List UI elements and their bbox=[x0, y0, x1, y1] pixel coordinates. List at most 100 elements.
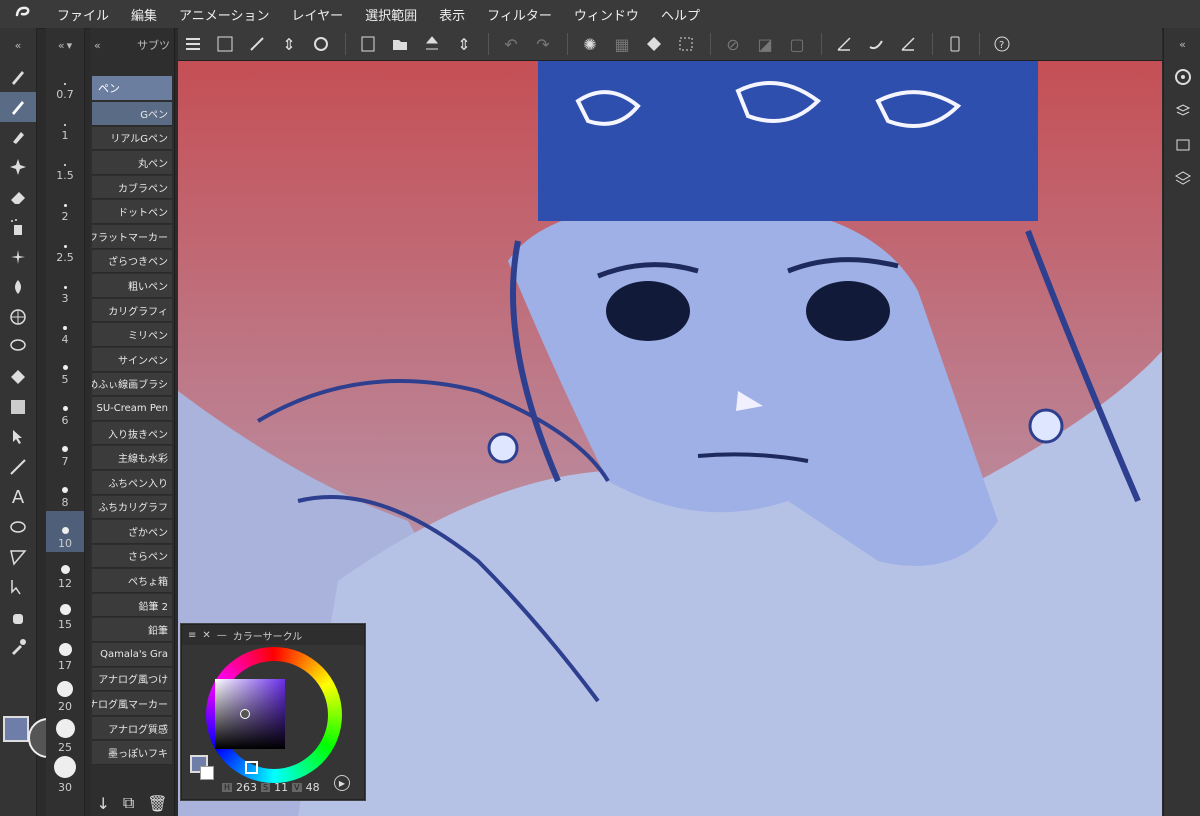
layer-icon[interactable] bbox=[1164, 162, 1200, 196]
brush-item[interactable]: ミリペン bbox=[92, 323, 172, 347]
brush-item[interactable]: サインペン bbox=[92, 347, 172, 372]
crop-icon[interactable]: ▦ bbox=[607, 30, 637, 58]
help-icon[interactable]: ? bbox=[987, 30, 1017, 58]
brush-size-item[interactable]: 20 bbox=[46, 674, 84, 715]
sub-tool-group-tab[interactable]: ペン bbox=[92, 76, 172, 100]
brush-size-item[interactable]: 1.5 bbox=[46, 144, 84, 185]
brush-size-item[interactable]: 25 bbox=[46, 715, 84, 756]
brush-item[interactable]: カリグラフィ bbox=[92, 298, 172, 323]
brush-item[interactable]: カブラペン bbox=[92, 175, 172, 200]
ellipse-icon[interactable] bbox=[0, 512, 36, 542]
redo-icon[interactable]: ↷ bbox=[528, 30, 558, 58]
line-icon[interactable] bbox=[0, 452, 36, 482]
hue-cursor[interactable] bbox=[245, 761, 258, 774]
brush-item[interactable]: アナログ質感 bbox=[92, 716, 172, 741]
navigator-icon[interactable] bbox=[1164, 60, 1200, 94]
brush-item[interactable]: 入り抜きペン bbox=[92, 421, 172, 446]
undo-icon[interactable]: ↶ bbox=[496, 30, 526, 58]
transform-icon[interactable] bbox=[242, 30, 272, 58]
menu-filter[interactable]: フィルター bbox=[476, 5, 563, 24]
export-icon[interactable] bbox=[417, 30, 447, 58]
brush-size-item[interactable]: 5 bbox=[46, 348, 84, 389]
saturation-value-square[interactable] bbox=[215, 679, 285, 749]
chevron-updown-icon-2[interactable]: ⇕ bbox=[449, 30, 479, 58]
ruler-icon[interactable] bbox=[829, 30, 859, 58]
brush-item[interactable]: 主線も水彩 bbox=[92, 446, 172, 470]
menu-file[interactable]: ファイル bbox=[46, 5, 120, 24]
eyedropper-icon[interactable] bbox=[0, 632, 36, 662]
download-icon[interactable]: ↓ bbox=[96, 794, 109, 813]
open-file-icon[interactable] bbox=[385, 30, 415, 58]
menu-layer[interactable]: レイヤー bbox=[281, 5, 355, 24]
lasso-icon[interactable] bbox=[0, 332, 36, 362]
brush-item[interactable]: 鉛筆 2 bbox=[92, 593, 172, 618]
brush-item[interactable]: ふちペン入り bbox=[92, 470, 172, 495]
brush-size-item[interactable]: 4 bbox=[46, 307, 84, 348]
fit-screen-icon[interactable] bbox=[210, 30, 240, 58]
polyline-icon[interactable] bbox=[0, 542, 36, 572]
brush-size-item[interactable]: 2.5 bbox=[46, 225, 84, 266]
size-collapse-icon[interactable]: « bbox=[58, 39, 65, 52]
menu-animation[interactable]: アニメーション bbox=[168, 5, 280, 24]
brush-item[interactable]: 丸ペン bbox=[92, 151, 172, 175]
collapse-icon[interactable]: « bbox=[15, 39, 22, 52]
brush-size-item[interactable]: 17 bbox=[46, 633, 84, 674]
app-logo-icon[interactable] bbox=[0, 3, 46, 25]
decoration-icon[interactable] bbox=[0, 242, 36, 272]
brush-size-item[interactable]: 1 bbox=[46, 103, 84, 144]
deselect-icon[interactable]: ▢ bbox=[782, 30, 812, 58]
brush-size-item[interactable]: 8 bbox=[46, 470, 84, 511]
gradient-icon[interactable] bbox=[0, 392, 36, 422]
brush-item[interactable]: 墨っぽいフキ bbox=[92, 741, 172, 766]
trash-icon[interactable]: 🗑 bbox=[147, 794, 167, 813]
select-area-icon[interactable] bbox=[671, 30, 701, 58]
brush-item[interactable]: さらペン bbox=[92, 544, 172, 569]
hand-icon[interactable] bbox=[0, 602, 36, 632]
perspective-icon[interactable] bbox=[0, 302, 36, 332]
brush-item[interactable]: 鉛筆 bbox=[92, 618, 172, 643]
blend-icon[interactable] bbox=[0, 272, 36, 302]
right-collapse-icon[interactable]: « bbox=[1164, 28, 1200, 60]
brush-item[interactable]: ざらつきペン bbox=[92, 249, 172, 274]
brush-item[interactable]: フラットマーカー bbox=[92, 224, 172, 249]
brush-item[interactable]: ドットペン bbox=[92, 200, 172, 224]
hamburger-menu-icon[interactable] bbox=[178, 30, 208, 58]
brush-size-item[interactable]: 0.7 bbox=[46, 62, 84, 103]
airbrush-icon[interactable] bbox=[0, 212, 36, 242]
brush-item[interactable]: ざかペン bbox=[92, 520, 172, 544]
text-icon[interactable]: A bbox=[0, 482, 36, 512]
invert-selection-icon[interactable]: ◪ bbox=[750, 30, 780, 58]
brush-item[interactable]: アナログ風マーカー bbox=[92, 692, 172, 716]
brush-item[interactable]: ぺちょ箱 bbox=[92, 569, 172, 593]
close-icon[interactable]: ✕ bbox=[202, 630, 210, 641]
subview-icon[interactable] bbox=[1164, 128, 1200, 162]
brush-item[interactable]: 粗いペン bbox=[92, 274, 172, 298]
sv-cursor[interactable] bbox=[240, 709, 250, 719]
play-icon[interactable]: ▶ bbox=[334, 775, 350, 791]
eraser-icon[interactable] bbox=[0, 182, 36, 212]
minimize-icon[interactable]: — bbox=[217, 630, 227, 641]
brush-size-item[interactable]: 2 bbox=[46, 184, 84, 225]
brush-item[interactable]: リアルGペン bbox=[92, 126, 172, 151]
menu-view[interactable]: 表示 bbox=[428, 5, 476, 24]
menu-edit[interactable]: 編集 bbox=[120, 5, 168, 24]
fill-icon[interactable] bbox=[0, 362, 36, 392]
smartphone-icon[interactable] bbox=[940, 30, 970, 58]
brush-item[interactable]: ふちカリグラフ bbox=[92, 495, 172, 520]
chevron-updown-icon[interactable]: ⇕ bbox=[274, 30, 304, 58]
brush-size-item[interactable]: 7 bbox=[46, 429, 84, 470]
pen-icon[interactable] bbox=[0, 62, 36, 92]
operation-icon[interactable] bbox=[0, 422, 36, 452]
brush-size-item[interactable]: 6 bbox=[46, 388, 84, 429]
loading-spinner-icon[interactable]: ✺ bbox=[575, 30, 605, 58]
pen-stroke-icon[interactable] bbox=[893, 30, 923, 58]
panel-menu-icon[interactable]: ≡ bbox=[188, 630, 196, 641]
menu-selection[interactable]: 選択範囲 bbox=[354, 5, 428, 24]
brush-stroke-icon[interactable] bbox=[861, 30, 891, 58]
marker-icon[interactable] bbox=[0, 122, 36, 152]
move-icon[interactable] bbox=[0, 572, 36, 602]
clear-selection-icon[interactable]: ⊘ bbox=[718, 30, 748, 58]
duplicate-icon[interactable]: ⧉ bbox=[123, 793, 134, 813]
menu-help[interactable]: ヘルプ bbox=[650, 5, 711, 24]
material-icon[interactable] bbox=[1164, 94, 1200, 128]
